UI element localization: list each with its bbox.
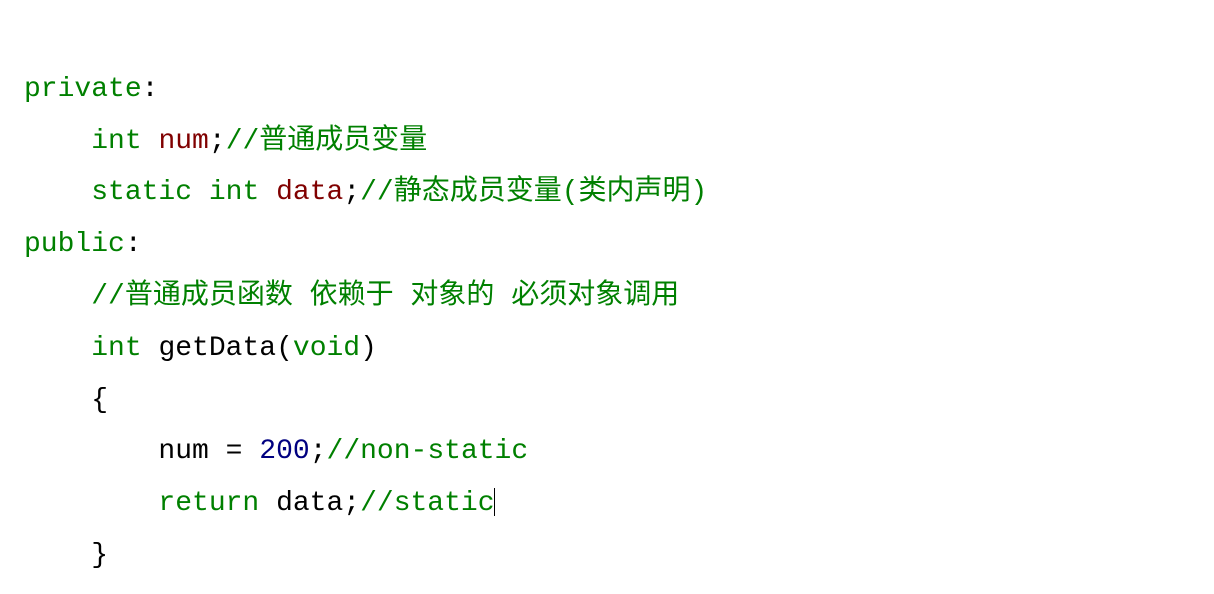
indent [24,126,91,157]
indent [24,281,91,312]
code-line: int num;//普通成员变量 [24,126,427,157]
brace-open: { [91,385,108,416]
rparen: ) [360,333,377,364]
code-line: { [24,385,108,416]
indent [24,540,91,571]
code-line: num = 200;//non-static [24,436,528,467]
equals: = [226,436,243,467]
colon: : [142,74,159,105]
keyword-private: private [24,74,142,105]
keyword-static: static [91,177,192,208]
comment: //static [360,488,494,519]
keyword-public: public [24,229,125,260]
semicolon: ; [310,436,327,467]
indent [24,385,91,416]
type-int: int [209,177,259,208]
type-int: int [91,126,141,157]
space [209,436,226,467]
semicolon: ; [343,488,360,519]
code-line: } [24,540,108,571]
code-block: private: int num;//普通成员变量 static int dat… [0,0,1214,594]
space [192,177,209,208]
keyword-return: return [158,488,259,519]
space [142,333,159,364]
identifier-data: data [276,177,343,208]
indent [24,436,158,467]
code-line: return data;//static [24,488,495,519]
indent [24,488,158,519]
identifier-num: num [158,436,208,467]
space [142,126,159,157]
function-name: getData [158,333,276,364]
comment: //普通成员函数 依赖于 对象的 必须对象调用 [91,281,679,312]
indent [24,333,91,364]
semicolon: ; [209,126,226,157]
indent [24,177,91,208]
identifier-num: num [158,126,208,157]
semicolon: ; [343,177,360,208]
space [242,436,259,467]
brace-close: } [91,540,108,571]
number-literal: 200 [259,436,309,467]
lparen: ( [276,333,293,364]
type-void: void [293,333,360,364]
colon: : [125,229,142,260]
space [259,488,276,519]
text-cursor [494,488,495,516]
space [259,177,276,208]
code-line: public: [24,229,142,260]
comment: //静态成员变量(类内声明) [360,177,707,208]
code-line: static int data;//静态成员变量(类内声明) [24,177,707,208]
comment: //普通成员变量 [226,126,428,157]
code-line: //普通成员函数 依赖于 对象的 必须对象调用 [24,281,679,312]
code-line: int getData(void) [24,333,377,364]
identifier-data: data [276,488,343,519]
comment: //non-static [327,436,529,467]
type-int: int [91,333,141,364]
code-line: private: [24,74,158,105]
